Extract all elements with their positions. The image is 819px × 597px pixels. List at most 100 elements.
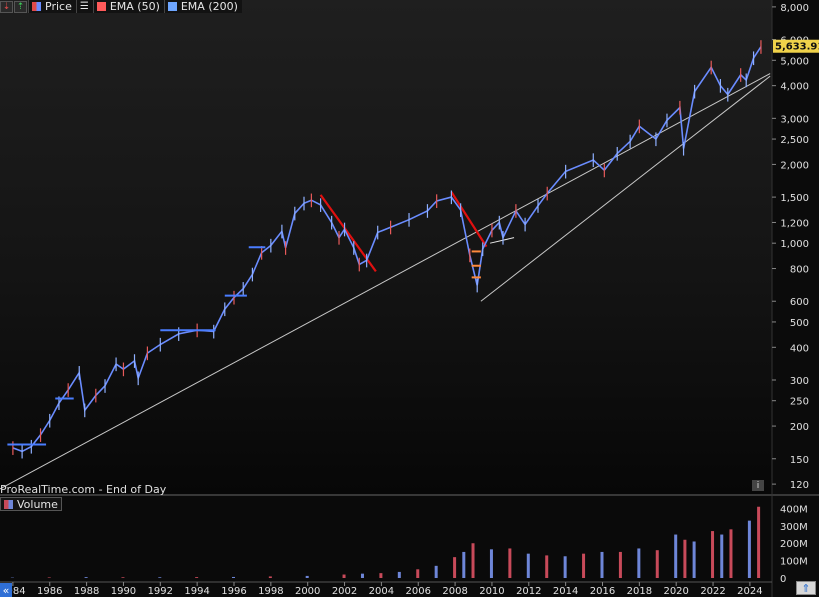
volume-panel-label[interactable]: Volume <box>0 497 62 511</box>
y-tick-label: 200 <box>790 422 809 433</box>
x-tick-label: 2000 <box>295 586 320 597</box>
y-tick-label: 300 <box>790 376 809 387</box>
y-tick-label: 150 <box>790 455 809 466</box>
volume-bar <box>342 574 346 578</box>
y-tick-label: 120 <box>790 480 809 491</box>
x-tick-label: 2012 <box>516 586 541 597</box>
chart-canvas: 120 150 200 250 300 400 500 600 800 1,000 1,200 1,5… <box>0 0 819 597</box>
volume-tick-label: 300M <box>780 522 808 533</box>
y-tick-label: 8,000 <box>780 3 809 14</box>
legend-price-label: Price <box>45 0 72 13</box>
y-tick-label: 400 <box>790 343 809 354</box>
ema200-swatch-icon <box>167 2 177 11</box>
y-tick-label: 4,000 <box>780 82 809 93</box>
volume-bar <box>434 565 438 578</box>
volume-bar <box>757 506 761 578</box>
volume-bar <box>683 539 687 578</box>
volume-bar <box>462 551 466 578</box>
volume-bar <box>720 534 724 578</box>
volume-bar <box>121 577 125 578</box>
y-tick-label: 250 <box>790 397 809 408</box>
x-tick-label: 2024 <box>737 586 762 597</box>
x-tick-label: 2010 <box>479 586 504 597</box>
legend-ema-200[interactable]: EMA (200) <box>163 0 242 13</box>
x-tick-label: 2016 <box>590 586 615 597</box>
info-icon[interactable]: i <box>752 480 764 491</box>
volume-bar <box>618 551 622 578</box>
y-tick-label: 5,000 <box>780 56 809 67</box>
y-tick-label: 600 <box>790 297 809 308</box>
last-price-label: 5,633.91 <box>775 42 819 53</box>
volume-bar <box>158 577 162 578</box>
volume-bar <box>545 555 549 578</box>
volume-bar <box>379 573 383 578</box>
x-tick-label: 1996 <box>221 586 246 597</box>
last-price-badge: 5,633.91 <box>773 39 819 53</box>
x-tick-label: 2014 <box>553 586 578 597</box>
x-tick-label: 2020 <box>663 586 688 597</box>
volume-bar <box>397 571 401 578</box>
chart-trend-icon[interactable]: ⇡ <box>14 0 27 13</box>
volume-bar <box>84 577 88 578</box>
scroll-left-icon[interactable]: « <box>0 583 12 597</box>
x-tick-label: 2022 <box>700 586 725 597</box>
x-tick-label: 1988 <box>74 586 99 597</box>
legend-bar: ⇣ ⇡ Price ☰ EMA (50) EMA (200) <box>0 0 242 13</box>
volume-bar <box>600 551 604 578</box>
volume-bar <box>471 543 475 578</box>
volume-tick-label: 100M <box>780 557 808 568</box>
volume-bar <box>416 569 420 578</box>
x-tick-label: 1990 <box>111 586 136 597</box>
volume-tick-label: 200M <box>780 539 808 550</box>
volume-bar <box>711 531 715 578</box>
legend-list[interactable]: ☰ <box>75 0 93 13</box>
volume-label-text: Volume <box>17 497 58 511</box>
chart-settings-icon[interactable]: ⇣ <box>0 0 13 13</box>
volume-bar <box>747 520 751 578</box>
volume-bar <box>655 550 659 578</box>
y-tick-label: 800 <box>790 265 809 276</box>
x-tick-label: 2002 <box>332 586 357 597</box>
y-tick-label: 1,200 <box>780 218 809 229</box>
volume-bar <box>637 548 641 578</box>
volume-bar <box>489 549 493 578</box>
price-plot-area <box>0 0 772 494</box>
x-tick-label: 2004 <box>369 586 394 597</box>
volume-bar <box>47 577 51 578</box>
x-tick-label: 1992 <box>148 586 173 597</box>
legend-price[interactable]: Price <box>28 0 76 13</box>
x-tick-label: 1994 <box>184 586 209 597</box>
y-tick-label: 1,000 <box>780 239 809 250</box>
volume-bar <box>360 573 364 578</box>
x-tick-label: 2006 <box>406 586 431 597</box>
volume-bar <box>453 557 457 578</box>
volume-swatch-icon <box>4 499 13 509</box>
scroll-right-icon[interactable]: ⇑ <box>796 581 816 595</box>
legend-ema200-label: EMA (200) <box>180 0 238 13</box>
y-tick-label: 2,000 <box>780 160 809 171</box>
legend-ema-50[interactable]: EMA (50) <box>92 0 164 13</box>
legend-ema50-label: EMA (50) <box>109 0 160 13</box>
volume-tick-label: 400M <box>780 504 808 515</box>
volume-bar <box>526 553 530 578</box>
volume-bar <box>508 548 512 578</box>
volume-bar <box>231 576 235 578</box>
x-tick-label: 2008 <box>442 586 467 597</box>
ema50-swatch-icon <box>96 2 106 11</box>
volume-bar <box>563 556 567 578</box>
volume-bar <box>195 577 199 578</box>
price-swatch-icon <box>32 2 41 11</box>
y-tick-label: 500 <box>790 318 809 329</box>
x-tick-label: 2018 <box>627 586 652 597</box>
y-tick-label: 2,500 <box>780 135 809 146</box>
list-icon: ☰ <box>79 1 89 12</box>
x-tick-label: 1986 <box>37 586 62 597</box>
volume-bar <box>692 541 696 578</box>
y-tick-label: 3,000 <box>780 114 809 125</box>
volume-bar <box>729 529 733 578</box>
volume-bar <box>674 534 678 578</box>
x-tick-label: 1998 <box>258 586 283 597</box>
watermark-text: ProRealTime.com - End of Day <box>0 483 167 496</box>
volume-bar <box>268 576 272 578</box>
volume-tick-label: 0 <box>780 574 786 585</box>
